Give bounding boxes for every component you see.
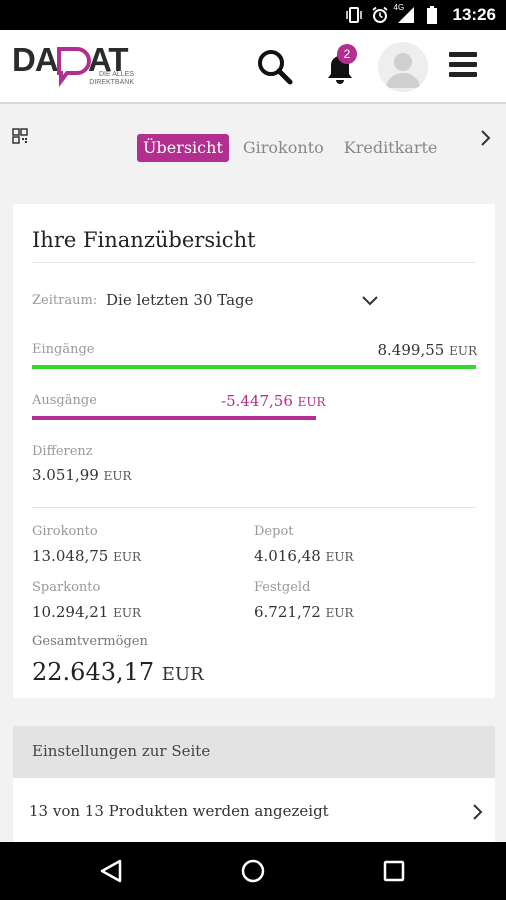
avatar-icon	[378, 42, 428, 92]
app-header: DA AT DIE ALLES DIREKTBANK 2	[0, 30, 506, 104]
expense-value: -5.447,56 EUR	[221, 392, 326, 410]
sparkonto-label: Sparkonto	[32, 580, 101, 595]
page-settings-card: Einstellungen zur Seite 13 von 13 Produk…	[13, 726, 495, 842]
chevron-right-icon	[471, 802, 485, 822]
tab-bar: Übersicht Girokonto Kreditkarte	[137, 134, 443, 162]
products-shown-row[interactable]: 13 von 13 Produkten werden angezeigt	[13, 778, 495, 842]
income-amount: 8.499,55	[377, 341, 445, 359]
difference-amount: 3.051,99	[32, 466, 99, 484]
card-title: Ihre Finanzübersicht	[32, 228, 256, 252]
expense-label: Ausgänge	[32, 393, 97, 408]
search-icon	[258, 50, 293, 85]
svg-text:DA: DA	[12, 41, 58, 78]
sparkonto-currency: EUR	[113, 606, 142, 620]
difference-label: Differenz	[32, 444, 93, 459]
tab-uebersicht[interactable]: Übersicht	[137, 134, 229, 162]
depot-label: Depot	[254, 524, 294, 539]
chevron-down-icon[interactable]	[361, 293, 379, 307]
income-bar-fill	[32, 365, 476, 369]
total-assets-amount: 22.643,17	[32, 658, 155, 686]
difference-value: 3.051,99 EUR	[32, 466, 132, 484]
total-assets-value: 22.643,17 EUR	[32, 658, 204, 686]
finance-overview-card: Ihre Finanzübersicht Zeitraum: Die letzt…	[13, 204, 495, 698]
income-label: Eingänge	[32, 342, 95, 357]
festgeld-label: Festgeld	[254, 580, 311, 595]
recent-apps-icon[interactable]	[383, 860, 405, 882]
home-icon[interactable]	[240, 858, 266, 884]
income-bar	[32, 365, 476, 369]
festgeld-currency: EUR	[325, 606, 354, 620]
difference-currency: EUR	[103, 469, 132, 483]
alarm-icon	[371, 6, 389, 24]
expense-amount: -5.447,56	[221, 392, 293, 410]
divider	[32, 262, 476, 263]
depot-currency: EUR	[325, 550, 354, 564]
avatar[interactable]	[378, 42, 428, 92]
total-assets-currency: EUR	[161, 664, 204, 685]
tab-kreditkarte[interactable]: Kreditkarte	[338, 134, 444, 162]
menu-icon	[446, 52, 480, 77]
vibrate-icon	[345, 6, 363, 24]
status-bar: 4G 13:26	[0, 0, 506, 30]
period-select[interactable]: Die letzten 30 Tage	[106, 291, 254, 309]
income-currency: EUR	[449, 344, 477, 358]
festgeld-value[interactable]: 6.721,72 EUR	[254, 603, 354, 621]
logo-subtitle: DIE ALLES DIREKTBANK	[89, 71, 134, 87]
menu-button[interactable]	[446, 52, 480, 82]
income-value: 8.499,55 EUR	[378, 341, 478, 359]
logo-subtitle-line2: DIREKTBANK	[89, 79, 134, 86]
tab-girokonto[interactable]: Girokonto	[237, 134, 330, 162]
period-label: Zeitraum:	[32, 293, 98, 308]
sparkonto-amount: 10.294,21	[32, 603, 109, 621]
girokonto-label: Girokonto	[32, 524, 98, 539]
festgeld-amount: 6.721,72	[254, 603, 321, 621]
expense-bar-fill	[32, 416, 317, 420]
dadat-logo[interactable]: DA AT DIE ALLES DIREKTBANK	[12, 41, 142, 91]
sparkonto-value[interactable]: 10.294,21 EUR	[32, 603, 141, 621]
back-icon[interactable]	[98, 859, 124, 883]
total-assets-label: Gesamtvermögen	[32, 634, 148, 649]
settings-header: Einstellungen zur Seite	[13, 726, 495, 778]
status-time: 13:26	[452, 5, 496, 24]
logo-subtitle-line1: DIE ALLES	[98, 71, 134, 78]
network-type: 4G	[393, 3, 405, 12]
girokonto-value[interactable]: 13.048,75 EUR	[32, 547, 141, 565]
depot-amount: 4.016,48	[254, 547, 321, 565]
girokonto-amount: 13.048,75	[32, 547, 109, 565]
divider	[32, 507, 476, 508]
tabs-scroll-right-icon[interactable]	[478, 128, 494, 148]
battery-icon	[423, 6, 441, 24]
qr-code-icon[interactable]	[12, 128, 28, 144]
signal-icon: 4G	[393, 3, 415, 24]
products-shown-text: 13 von 13 Produkten werden angezeigt	[29, 802, 329, 820]
notification-badge: 2	[337, 44, 357, 64]
depot-value[interactable]: 4.016,48 EUR	[254, 547, 354, 565]
search-button[interactable]	[256, 48, 294, 86]
expense-currency: EUR	[297, 395, 326, 409]
tabs-row: Übersicht Girokonto Kreditkarte	[0, 118, 506, 168]
system-navigation-bar	[0, 842, 506, 900]
expense-bar	[32, 416, 476, 420]
girokonto-currency: EUR	[113, 550, 142, 564]
